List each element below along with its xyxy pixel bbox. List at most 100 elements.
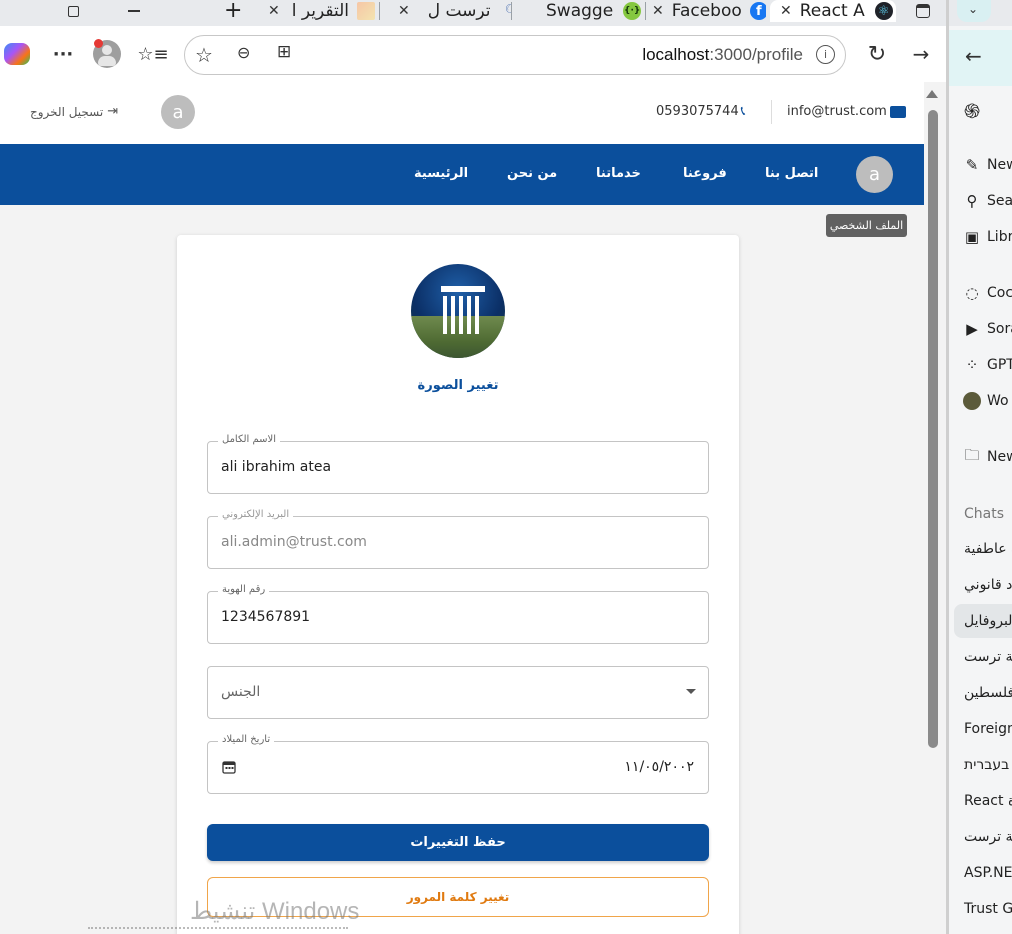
- zoom-out-icon[interactable]: ⊖: [237, 43, 250, 62]
- field-label: البريد الإلكتروني: [218, 509, 294, 520]
- browser-tab-active[interactable]: ✕ React A ⚛: [770, 0, 896, 22]
- chat-item[interactable]: فلسطين: [964, 685, 1012, 701]
- back-arrow-icon[interactable]: ←: [965, 44, 982, 68]
- sidebar-item-search[interactable]: ⚲ Sea: [963, 192, 1012, 210]
- sidebar-toggle-icon[interactable]: [910, 0, 940, 22]
- browser-tab[interactable]: ✕ التقرير ا: [260, 0, 380, 22]
- copilot-icon[interactable]: [2, 39, 32, 69]
- sidebar-item-sora[interactable]: ▶Sora: [963, 320, 1012, 338]
- tab-title: React A: [799, 0, 865, 21]
- code-icon: ◌: [965, 284, 979, 302]
- save-changes-button[interactable]: حفظ التغييرات: [207, 824, 709, 861]
- tab-title: Faceboo: [671, 0, 742, 21]
- watermark-subtext-line: [88, 926, 348, 929]
- field-label: الاسم الكامل: [218, 434, 281, 445]
- avatar[interactable]: a: [161, 95, 195, 129]
- panel-collapse-button[interactable]: ⌄: [957, 0, 991, 22]
- field-label: رقم الهوية: [218, 584, 270, 595]
- browser-tab[interactable]: ✕ Faceboo f: [648, 0, 766, 22]
- facebook-icon: f: [749, 2, 766, 20]
- add-favorite-icon[interactable]: ☆: [195, 43, 213, 67]
- dropdown-arrow-icon: [686, 689, 696, 694]
- phone-icon: 📞︎: [740, 104, 746, 119]
- change-photo-button[interactable]: تغيير الصورة: [177, 378, 739, 393]
- document-icon: [357, 2, 375, 20]
- openai-logo-icon[interactable]: ֍: [963, 99, 981, 123]
- mail-icon: [889, 105, 906, 118]
- chat-item[interactable]: Foreign: [964, 721, 1012, 737]
- gender-select[interactable]: الجنس: [207, 666, 709, 719]
- profile-photo[interactable]: [411, 264, 505, 358]
- sidebar-item-codex[interactable]: ◌ Coc: [963, 284, 1012, 302]
- sidebar-item-new-chat[interactable]: ✎ New: [963, 156, 1012, 174]
- email-text: info@trust.com: [787, 104, 887, 119]
- close-tab-icon[interactable]: ✕: [652, 3, 664, 19]
- field-value: ali.admin@trust.com: [221, 534, 367, 550]
- chat-item[interactable]: كة ترست: [964, 829, 1012, 845]
- close-tab-icon[interactable]: ✕: [780, 3, 792, 19]
- refresh-icon[interactable]: ↻: [862, 39, 892, 69]
- nav-item-branches[interactable]: فروعنا: [683, 166, 727, 181]
- logout-icon: ⇥: [107, 104, 119, 119]
- chat-item[interactable]: د قانوني: [964, 577, 1012, 593]
- chat-item[interactable]: React ة: [964, 793, 1012, 809]
- react-icon: ⚛: [874, 2, 893, 20]
- browser-tab-strip: + ✕ التقرير ا ✕ ترست ل 🔍︎ Swagge {·} ✕ F…: [0, 0, 948, 26]
- divider: [771, 100, 772, 124]
- logout-button[interactable]: تسجيل الخروج ⇥: [30, 104, 118, 119]
- nav-item-contact[interactable]: اتصل بنا: [765, 166, 818, 181]
- favorites-list-icon[interactable]: ☆≡: [137, 39, 168, 69]
- full-name-field[interactable]: الاسم الكامل ali ibrahim atea: [207, 434, 709, 494]
- new-tab-icon[interactable]: +: [224, 0, 248, 22]
- edit-icon: ✎: [965, 156, 979, 174]
- side-panel-top: ⌄: [949, 0, 1012, 26]
- tab-title: Swagge: [546, 0, 614, 21]
- chat-item[interactable]: ASP.NET: [964, 865, 1012, 881]
- folder-plus-icon: 🗀︎: [964, 445, 980, 464]
- nav-item-home[interactable]: الرئيسية: [414, 166, 468, 181]
- profile-tooltip: الملف الشخصي: [826, 214, 907, 237]
- chat-item[interactable]: كة ترست: [964, 649, 1012, 665]
- nav-item-about[interactable]: من نحن: [507, 166, 557, 181]
- sidebar-item-library[interactable]: ▣ Libr: [963, 228, 1012, 246]
- app-available-icon[interactable]: ⊞: [277, 42, 291, 62]
- scroll-up-arrow-icon[interactable]: [926, 90, 938, 98]
- swagger-icon: {·}: [623, 2, 642, 20]
- chat-item[interactable]: בעברית: [964, 757, 1009, 773]
- sidebar-item-gpt-custom[interactable]: Wo: [963, 392, 1009, 410]
- birthdate-field[interactable]: تاريخ الميلاد ١١/٠٥/٢٠٠٢: [207, 734, 709, 794]
- site-info-icon[interactable]: i: [816, 45, 835, 64]
- side-panel-header: ←: [949, 30, 1012, 86]
- windows-activation-watermark: تنشيط Windows: [190, 898, 360, 925]
- chat-item[interactable]: ة عاطفية: [964, 541, 1012, 557]
- field-value: 1234567891: [221, 609, 311, 625]
- tab-title: ترست ل: [427, 0, 491, 21]
- browser-tab[interactable]: ✕ ترست ل 🔍︎: [392, 0, 512, 22]
- profile-avatar-icon[interactable]: [92, 39, 122, 69]
- field-value: ali ibrahim atea: [221, 459, 332, 475]
- browser-tab[interactable]: Swagge {·}: [518, 0, 646, 22]
- minimize-icon[interactable]: [124, 0, 148, 22]
- calendar-icon[interactable]: [222, 760, 236, 774]
- nav-item-services[interactable]: خدماتنا: [596, 166, 641, 181]
- address-bar[interactable]: ☆ ⊖ ⊞ localhost:3000/profile i: [184, 35, 846, 75]
- top-contact-bar: تسجيل الخروج ⇥ a 0593075744 📞︎ info@trus…: [0, 82, 924, 144]
- more-options-icon[interactable]: ···: [48, 39, 78, 69]
- sidebar-item-new-project[interactable]: 🗀︎ New: [963, 445, 1012, 466]
- chat-item-active[interactable]: البروفايل: [964, 613, 1012, 629]
- restore-window-icon[interactable]: [62, 0, 86, 22]
- grid-icon: ⁘: [965, 356, 979, 374]
- chat-item[interactable]: Trust Gr: [964, 901, 1012, 917]
- tab-title: التقرير ا: [291, 0, 349, 21]
- close-tab-icon[interactable]: ✕: [268, 3, 280, 19]
- chats-section-label: Chats: [964, 506, 1005, 522]
- id-number-field[interactable]: رقم الهوية 1234567891: [207, 584, 709, 644]
- profile-avatar-button[interactable]: a: [856, 156, 893, 193]
- sidebar-item-gpts[interactable]: ⁘ GPT: [963, 356, 1012, 374]
- close-tab-icon[interactable]: ✕: [398, 3, 410, 19]
- page-viewport: تسجيل الخروج ⇥ a 0593075744 📞︎ info@trus…: [0, 82, 924, 934]
- scrollbar-thumb[interactable]: [928, 110, 938, 748]
- email-field[interactable]: البريد الإلكتروني ali.admin@trust.com: [207, 509, 709, 569]
- field-value: ١١/٠٥/٢٠٠٢: [624, 759, 694, 775]
- forward-icon[interactable]: →: [906, 39, 936, 69]
